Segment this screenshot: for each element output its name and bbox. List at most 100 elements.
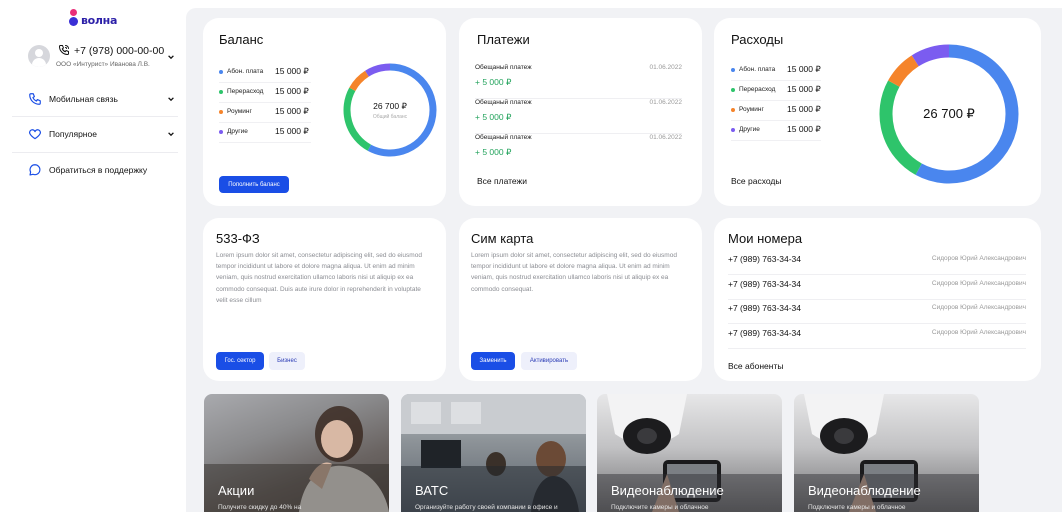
legend-label: Абон. плата <box>227 68 264 75</box>
logo-mark-icon <box>69 9 79 27</box>
legend-value: 15 000 ₽ <box>275 66 309 76</box>
account-switcher[interactable]: +7 (978) 000-00-00 ООО «Интурист» Иванов… <box>28 44 178 72</box>
legend-value: 15 000 ₽ <box>275 106 309 116</box>
law-title: 533-ФЗ <box>216 231 260 246</box>
payment-row[interactable]: Обещаный платеж 01.06.2022 + 5 000 ₽ <box>475 99 682 134</box>
payment-amount: + 5 000 ₽ <box>475 77 512 87</box>
number-phone: +7 (989) 763-34-34 <box>728 278 802 289</box>
nav-item-support[interactable]: Обратиться в поддержку <box>28 160 178 180</box>
all-payments-link[interactable]: Все платежи <box>477 176 527 186</box>
promo-tile-vats[interactable]: ВАТС Организуйте работу своей компании в… <box>401 394 586 512</box>
nav-item-mobile[interactable]: Мобильная связь <box>28 89 178 109</box>
nav-label: Популярное <box>49 129 97 139</box>
number-phone: +7 (989) 763-34-34 <box>728 254 802 264</box>
legend-label: Роуминг <box>739 106 764 113</box>
number-owner: Сидоров Юрий Александрович <box>931 279 1026 287</box>
number-row[interactable]: +7 (989) 763-34-34 Сидоров Юрий Александр… <box>728 300 1026 324</box>
legend-label: Перерасход <box>739 86 776 93</box>
payment-label: Обещаный платеж <box>475 134 532 141</box>
promo-subtitle: Подключите камеры и облачное <box>611 504 709 511</box>
legend-value: 15 000 ₽ <box>275 86 309 96</box>
my-numbers-card: Мои номера +7 (989) 763-34-34 Сидоров Юри… <box>714 218 1041 381</box>
legend-row: Перерасход 15 000 ₽ <box>219 83 311 103</box>
legend-dot <box>731 128 735 132</box>
donut-segment <box>365 63 391 77</box>
legend-divider <box>219 142 311 143</box>
nav-divider <box>12 116 178 117</box>
balance-legend: Абон. плата 15 000 ₽ Перерасход 15 000 ₽ Роу… <box>219 63 311 143</box>
legend-label: Другие <box>227 128 248 135</box>
balance-donut-total: 26 700 ₽ <box>373 101 407 111</box>
phone-call-icon <box>59 45 69 55</box>
legend-row: Абон. плата 15 000 ₽ <box>219 63 311 83</box>
profile-phone: +7 (978) 000-00-00 <box>74 45 165 57</box>
promo-tile-cctv-1[interactable]: Видеонаблюдение Подключите камеры и обла… <box>597 394 782 512</box>
legend-dot <box>731 68 735 72</box>
business-button[interactable]: Бизнес <box>269 352 305 370</box>
expenses-donut-total: 26 700 ₽ <box>923 106 975 121</box>
expenses-title: Расходы <box>731 32 784 47</box>
payment-date: 01.06.2022 <box>649 99 682 106</box>
legend-label: Другие <box>739 126 760 133</box>
avatar <box>28 45 50 67</box>
heart-icon <box>29 129 41 140</box>
nav-label: Обратиться в поддержку <box>49 165 148 175</box>
payments-card: Платежи Обещаный платеж 01.06.2022 + 5 000… <box>459 18 702 206</box>
legend-row: Перерасход 15 000 ₽ <box>731 81 823 101</box>
all-subscribers-link[interactable]: Все абоненты <box>728 361 783 371</box>
promo-tile-cctv-2[interactable]: Видеонаблюдение Подключите камеры и обла… <box>794 394 979 512</box>
nav-item-popular[interactable]: Популярное <box>28 124 178 144</box>
chevron-down-icon <box>168 97 174 102</box>
logo-text: волна <box>81 14 118 27</box>
chat-bubble-icon <box>29 164 41 176</box>
legend-value: 15 000 ₽ <box>787 64 821 74</box>
number-row[interactable]: +7 (989) 763-34-34 Сидоров Юрий Александр… <box>728 276 1026 300</box>
legend-dot <box>219 70 223 74</box>
legend-row: Роуминг 15 000 ₽ <box>219 103 311 123</box>
balance-donut-caption: Общий баланс <box>372 114 408 120</box>
donut-segment <box>879 80 922 175</box>
legend-row: Другие 15 000 ₽ <box>219 123 311 143</box>
donut-segment <box>888 55 919 88</box>
legend-value: 15 000 ₽ <box>787 84 821 94</box>
number-row[interactable]: +7 (989) 763-34-34 Сидоров Юрий Александр… <box>728 251 1026 275</box>
legend-row: Абон. плата 15 000 ₽ <box>731 61 823 81</box>
legend-dot <box>219 90 223 94</box>
expenses-legend: Абон. плата 15 000 ₽ Перерасход 15 000 ₽ Роу… <box>731 61 823 141</box>
gov-sector-button[interactable]: Гос. сектор <box>216 352 264 370</box>
legend-row: Роуминг 15 000 ₽ <box>731 101 823 121</box>
dashboard-main: Баланс Абон. плата 15 000 ₽ Перерасход 15 0… <box>186 8 1062 512</box>
legend-dot <box>219 110 223 114</box>
promo-title: Видеонаблюдение <box>808 483 921 498</box>
all-expenses-link[interactable]: Все расходы <box>731 176 781 186</box>
promo-title: ВАТС <box>415 483 449 498</box>
donut-segment <box>911 44 950 67</box>
payment-amount: + 5 000 ₽ <box>475 147 512 157</box>
promo-tile-sales[interactable]: Акции Получите скидку до 40% на <box>204 394 389 512</box>
activate-sim-button[interactable]: Активировать <box>521 352 577 370</box>
number-phone: +7 (989) 763-34-34 <box>728 303 802 313</box>
legend-row: Другие 15 000 ₽ <box>731 121 823 141</box>
chevron-down-icon[interactable] <box>167 53 175 61</box>
payment-label: Обещаный платеж <box>475 64 532 71</box>
sim-card: Сим карта Lorem ipsum dolor sit amet, co… <box>459 218 702 381</box>
legend-dot <box>219 130 223 134</box>
payment-row[interactable]: Обещаный платеж 01.06.2022 + 5 000 ₽ <box>475 64 682 99</box>
numbers-title: Мои номера <box>728 231 803 246</box>
nav-label: Мобильная связь <box>49 94 118 104</box>
law-description: Lorem ipsum dolor sit amet, consectetur … <box>216 252 422 304</box>
brand-logo[interactable]: волна <box>69 9 117 27</box>
promo-title: Акции <box>218 483 255 498</box>
legend-value: 15 000 ₽ <box>275 126 309 136</box>
top-up-balance-button[interactable]: Пополнить баланс <box>219 176 289 193</box>
replace-sim-button[interactable]: Заменить <box>471 352 515 370</box>
payment-row[interactable]: Обещаный платеж 01.06.2022 + 5 000 ₽ <box>475 134 682 169</box>
payment-date: 01.06.2022 <box>649 64 682 71</box>
number-row[interactable]: +7 (989) 763-34-34 Сидоров Юрий Александр… <box>728 325 1026 349</box>
payment-date: 01.06.2022 <box>649 134 682 141</box>
payment-amount: + 5 000 ₽ <box>475 112 512 122</box>
promo-title: Видеонаблюдение <box>611 483 724 498</box>
sim-description: Lorem ipsum dolor sit amet, consectetur … <box>471 252 677 293</box>
legend-value: 15 000 ₽ <box>787 124 821 134</box>
legend-label: Перерасход <box>227 88 264 95</box>
